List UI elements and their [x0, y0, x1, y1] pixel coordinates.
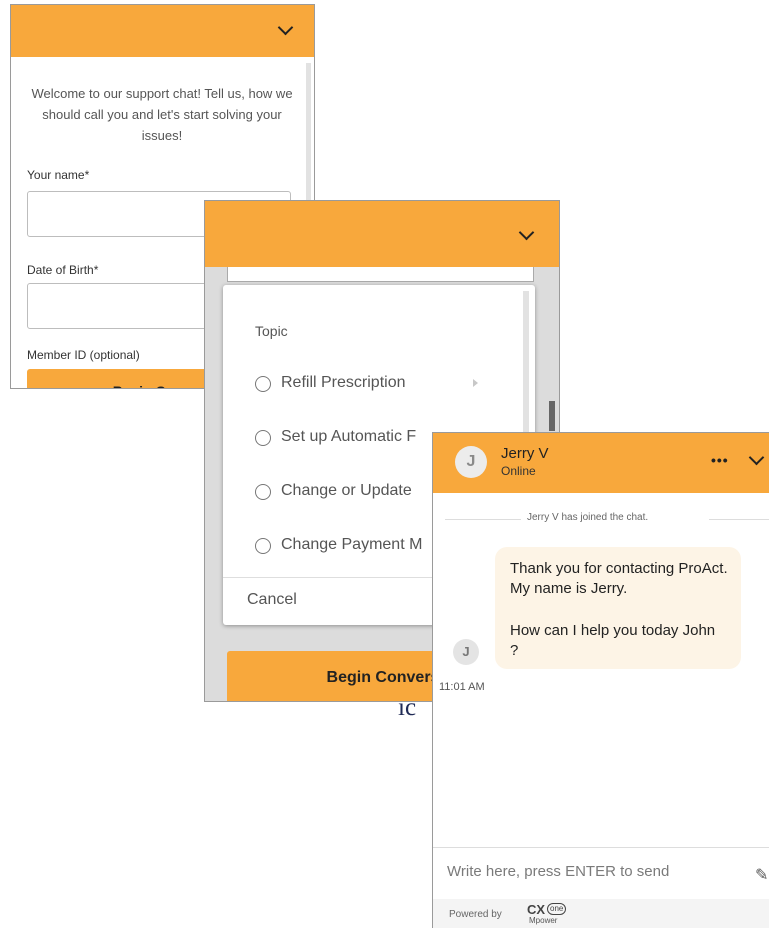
topic-option[interactable]: Refill Prescription [255, 371, 525, 397]
chevron-down-icon[interactable] [748, 449, 765, 466]
logo-text: Mpower [529, 916, 558, 925]
cxone-logo: CX one Mpower [527, 901, 587, 928]
radio-button-icon [255, 376, 271, 392]
chat-panel: J Jerry V Online ••• Jerry V has joined … [432, 432, 769, 928]
date-of-birth-label: Date of Birth* [27, 263, 99, 277]
topic-option-label: Change or Update [281, 482, 412, 499]
topic-option-label: Change Payment M [281, 536, 423, 553]
topic-option-label: Set up Automatic F [281, 428, 417, 445]
member-id-label: Member ID (optional) [27, 348, 140, 362]
message-text: How can I help you today John ? [510, 622, 716, 659]
cancel-button[interactable]: Cancel [247, 591, 297, 609]
chat-header: J Jerry V Online ••• [433, 433, 769, 493]
welcome-message: Welcome to our support chat! Tell us, ho… [31, 86, 293, 143]
message-input[interactable]: Write here, press ENTER to send [447, 863, 669, 880]
message-text: Thank you for contacting ProAct. My name… [510, 560, 728, 597]
radio-button-icon [255, 538, 271, 554]
name-label: Your name* [27, 168, 90, 182]
divider [433, 847, 769, 848]
logo-text: CX [527, 902, 546, 917]
chevron-right-icon [473, 379, 478, 387]
message-bubble: Thank you for contacting ProAct. My name… [495, 547, 741, 669]
divider [709, 519, 769, 520]
powered-by-text: Powered by [449, 909, 502, 920]
radio-button-icon [255, 484, 271, 500]
chevron-down-icon[interactable] [518, 224, 535, 241]
footer: Powered by CX one Mpower [433, 899, 769, 928]
attachment-icon[interactable]: ✎ [755, 865, 768, 885]
scrollbar[interactable] [549, 401, 555, 431]
chevron-down-icon[interactable] [277, 19, 294, 36]
agent-avatar-small: J [453, 639, 479, 665]
radio-button-icon [255, 430, 271, 446]
panel-header [11, 5, 314, 57]
joined-notice: Jerry V has joined the chat. [527, 512, 649, 523]
agent-name: Jerry V [501, 445, 549, 462]
more-options-icon[interactable]: ••• [711, 452, 729, 468]
panel-header [205, 201, 559, 267]
divider [445, 519, 521, 520]
agent-status: Online [501, 464, 536, 478]
message-timestamp: 11:01 AM [439, 681, 485, 693]
field-edge [227, 267, 534, 282]
topic-option-label: Refill Prescription [281, 374, 406, 391]
logo-text: one [547, 903, 567, 915]
avatar: J [455, 446, 487, 478]
topic-title: Topic [255, 323, 288, 339]
